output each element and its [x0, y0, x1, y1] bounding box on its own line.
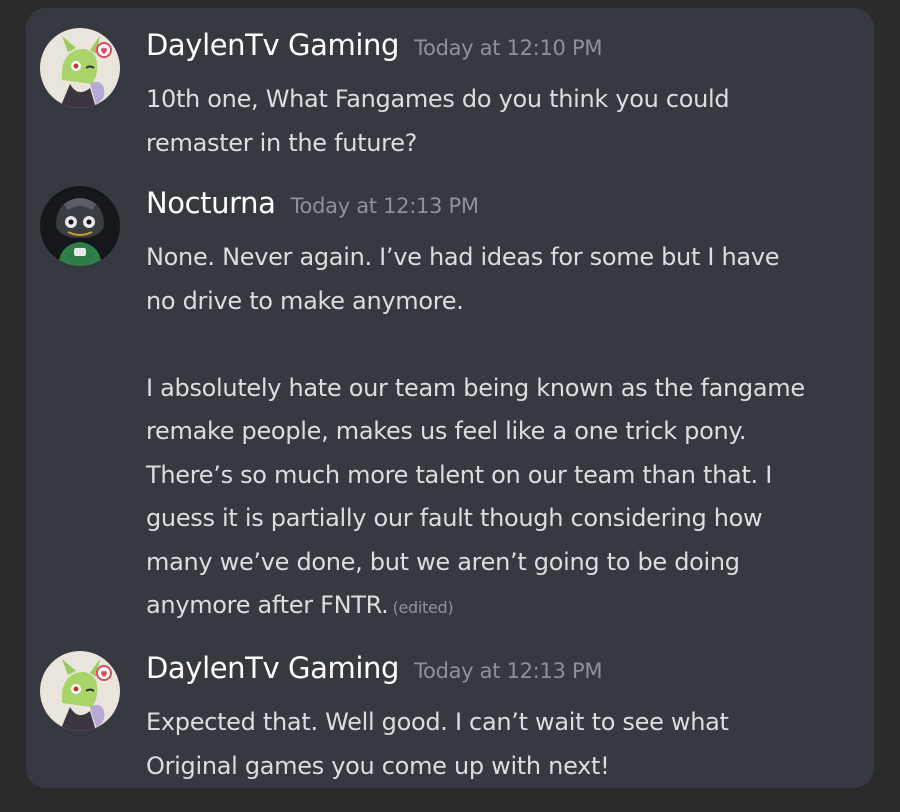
message-text: Expected that. Well good. I can’t wait t… — [146, 701, 866, 788]
message-content: Nocturna Today at 12:13 PM None. Never a… — [146, 186, 866, 630]
message-line: many we’ve done, but we aren’t going to … — [146, 547, 740, 576]
message-line: guess it is partially our fault though c… — [146, 504, 763, 532]
message-line: Original games you come up with next! — [146, 751, 610, 780]
timestamp[interactable]: Today at 12:13 PM — [291, 194, 479, 218]
message-line: I absolutely hate our team being known a… — [146, 373, 805, 402]
timestamp[interactable]: Today at 12:13 PM — [414, 659, 602, 683]
message-line: There’s so much more talent on our team … — [146, 460, 772, 489]
green-character-avatar-icon[interactable] — [40, 651, 120, 731]
message-line: Expected that. Well good. I can’t wait t… — [146, 708, 729, 736]
message-text: None. Never again. I’ve had ideas for so… — [146, 236, 866, 630]
username[interactable]: DaylenTv Gaming — [146, 28, 399, 62]
message-line: anymore after FNTR. — [146, 591, 389, 619]
chat-panel: DaylenTv Gaming Today at 12:10 PM 10th o… — [26, 8, 874, 788]
message-line: no drive to make anymore. — [146, 286, 464, 315]
message-line: remake people, makes us feel like a one … — [146, 417, 747, 445]
message-line: 10th one, What Fangames do you think you… — [146, 85, 730, 113]
timestamp[interactable]: Today at 12:10 PM — [414, 36, 602, 60]
username[interactable]: Nocturna — [146, 186, 276, 220]
dark-character-avatar-icon[interactable] — [40, 186, 120, 266]
message-header: DaylenTv Gaming Today at 12:13 PM — [146, 651, 866, 701]
message-text: 10th one, What Fangames do you think you… — [146, 78, 866, 165]
message-line-last: anymore after FNTR. (edited) — [146, 584, 866, 630]
message-content: DaylenTv Gaming Today at 12:10 PM 10th o… — [146, 28, 866, 165]
message-header: DaylenTv Gaming Today at 12:10 PM — [146, 28, 866, 78]
message-line: remaster in the future? — [146, 128, 418, 157]
message-header: Nocturna Today at 12:13 PM — [146, 186, 866, 236]
green-character-avatar-icon[interactable] — [40, 28, 120, 108]
username[interactable]: DaylenTv Gaming — [146, 651, 399, 685]
message-line: None. Never again. I’ve had ideas for so… — [146, 243, 780, 271]
message-content: DaylenTv Gaming Today at 12:13 PM Expect… — [146, 651, 866, 788]
edited-label: (edited) — [392, 598, 454, 617]
